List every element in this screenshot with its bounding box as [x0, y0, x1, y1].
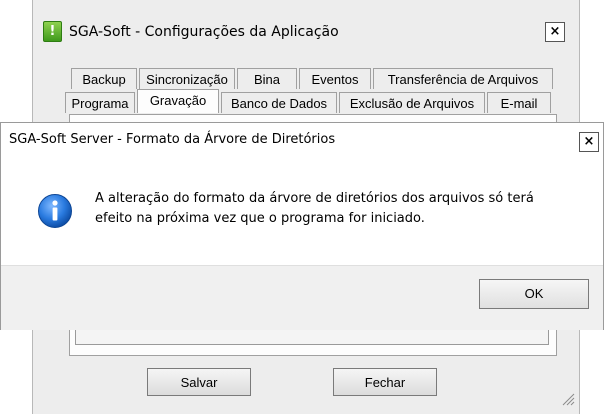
tab-eventos[interactable]: Eventos	[299, 68, 371, 89]
tab-backup[interactable]: Backup	[71, 68, 137, 89]
tab-e-mail[interactable]: E-mail	[487, 92, 551, 113]
ok-button[interactable]: OK	[479, 279, 589, 309]
close-button[interactable]: Fechar	[333, 368, 437, 396]
dialog-titlebar[interactable]: SGA-Soft Server - Formato da Árvore de D…	[1, 123, 603, 155]
save-button[interactable]: Salvar	[147, 368, 251, 396]
dialog-close-icon[interactable]: ×	[579, 132, 599, 152]
dialog-title: SGA-Soft Server - Formato da Árvore de D…	[9, 132, 336, 147]
dialog-message-line-2: efeito na próxima vez que o programa for…	[95, 211, 425, 226]
tab-programa[interactable]: Programa	[65, 92, 135, 113]
tab-sincronizacao[interactable]: Sincronização	[139, 68, 235, 89]
message-dialog: SGA-Soft Server - Formato da Árvore de D…	[0, 122, 604, 330]
tab-transferencia-de-arquivos[interactable]: Transferência de Arquivos	[373, 68, 553, 89]
tab-banco-de-dados[interactable]: Banco de Dados	[221, 92, 337, 113]
close-icon[interactable]: ×	[545, 22, 565, 42]
tab-exclusao-de-arquivos[interactable]: Exclusão de Arquivos	[339, 92, 485, 113]
tab-bina[interactable]: Bina	[237, 68, 297, 89]
settings-window-title: SGA-Soft - Configurações da Aplicação	[69, 24, 339, 40]
dialog-message: A alteração do formato da árvore de dire…	[95, 189, 575, 229]
app-icon: !	[43, 21, 62, 42]
info-icon	[38, 194, 72, 228]
tab-gravacao[interactable]: Gravação	[137, 89, 219, 113]
resize-grip-icon[interactable]	[561, 392, 575, 406]
dialog-message-line-1: A alteração do formato da árvore de dire…	[95, 191, 534, 206]
